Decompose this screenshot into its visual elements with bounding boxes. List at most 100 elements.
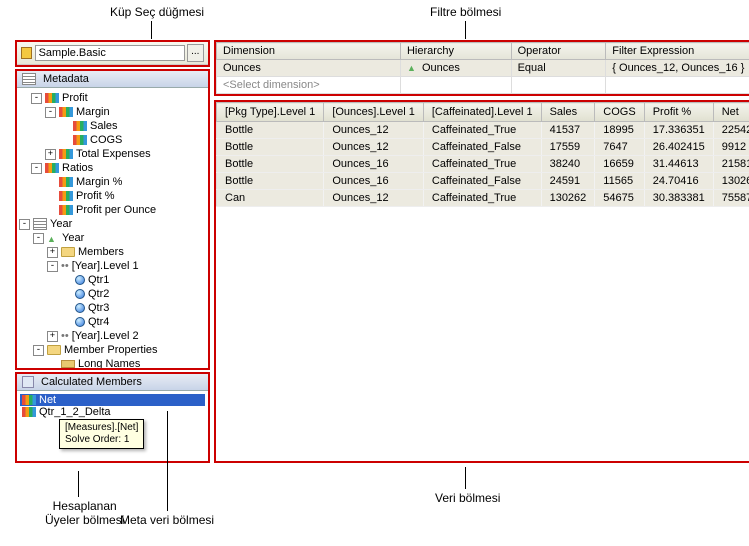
tree-node-qtr1[interactable]: Qtr1 — [88, 273, 109, 287]
filter-panel: Dimension Hierarchy Operator Filter Expr… — [214, 40, 749, 96]
property-icon — [61, 360, 75, 368]
table-cell: 24.70416 — [644, 173, 713, 190]
filter-col-dimension[interactable]: Dimension — [217, 43, 401, 60]
tree-node-year-l2[interactable]: [Year].Level 2 — [72, 329, 139, 343]
cube-name-input[interactable] — [35, 45, 185, 61]
table-cell: 21581 — [713, 156, 749, 173]
filter-row[interactable]: Ounces Ounces Equal { Ounces_12, Ounces_… — [217, 60, 749, 77]
measure-icon — [22, 407, 36, 417]
filter-col-operator[interactable]: Operator — [511, 43, 606, 60]
measure-icon — [73, 121, 87, 131]
metadata-tree[interactable]: -Profit -Margin Sales COGS +Total Expens… — [17, 88, 208, 368]
measure-icon — [22, 395, 36, 405]
member-icon — [75, 289, 85, 299]
data-col-header[interactable]: [Pkg Type].Level 1 — [217, 103, 324, 122]
table-row[interactable]: BottleOunces_12Caffeinated_False17559764… — [217, 139, 749, 156]
tree-node-year[interactable]: Year — [50, 217, 72, 231]
tree-node-total-expenses[interactable]: Total Expenses — [76, 147, 151, 161]
table-cell: 11565 — [595, 173, 644, 190]
tree-node-margin-pct[interactable]: Margin % — [76, 175, 122, 189]
table-row[interactable]: BottleOunces_12Caffeinated_True415371899… — [217, 122, 749, 139]
table-cell: Bottle — [217, 156, 324, 173]
calc-member-qtr-delta[interactable]: Qtr_1_2_Delta — [20, 406, 205, 418]
data-col-header[interactable]: Profit % — [644, 103, 713, 122]
annotation-meta-pane: Meta veri bölmesi — [120, 513, 214, 527]
tree-node-profit[interactable]: Profit — [62, 91, 88, 105]
tree-node-profit-pct[interactable]: Profit % — [76, 189, 115, 203]
table-cell: Ounces_16 — [324, 173, 424, 190]
tree-node-ratios[interactable]: Ratios — [62, 161, 93, 175]
measure-icon — [59, 177, 73, 187]
table-cell: 54675 — [595, 190, 644, 207]
table-cell: Ounces_16 — [324, 156, 424, 173]
expand-icon[interactable]: - — [45, 107, 56, 118]
expand-icon[interactable]: - — [47, 261, 58, 272]
data-col-header[interactable]: [Caffeinated].Level 1 — [423, 103, 541, 122]
table-cell: Caffeinated_False — [423, 173, 541, 190]
data-col-header[interactable]: Net — [713, 103, 749, 122]
filter-col-expression[interactable]: Filter Expression — [606, 43, 749, 60]
table-cell: 13026 — [713, 173, 749, 190]
expand-icon[interactable]: - — [31, 93, 42, 104]
tree-node-qtr4[interactable]: Qtr4 — [88, 315, 109, 329]
calculated-members-panel: Calculated Members Net Qtr_1_2_Delta [Me… — [15, 372, 210, 463]
expand-icon[interactable]: - — [33, 233, 44, 244]
calc-members-title: Calculated Members — [41, 376, 142, 388]
table-cell: 41537 — [541, 122, 595, 139]
annotation-filter-pane: Filtre bölmesi — [430, 5, 501, 19]
expand-icon[interactable]: - — [33, 345, 44, 356]
table-row[interactable]: CanOunces_12Caffeinated_True130262546753… — [217, 190, 749, 207]
table-cell: Bottle — [217, 122, 324, 139]
tree-node-margin[interactable]: Margin — [76, 105, 110, 119]
tree-node-qtr3[interactable]: Qtr3 — [88, 301, 109, 315]
filter-row-new[interactable]: <Select dimension> — [217, 77, 749, 94]
table-cell: 16659 — [595, 156, 644, 173]
data-table[interactable]: [Pkg Type].Level 1[Ounces].Level 1[Caffe… — [216, 102, 749, 207]
cube-select-button[interactable]: ... — [187, 44, 204, 62]
data-col-header[interactable]: [Ounces].Level 1 — [324, 103, 424, 122]
calc-member-net[interactable]: Net — [20, 394, 205, 406]
member-icon — [75, 303, 85, 313]
metadata-title: Metadata — [43, 73, 89, 85]
table-row[interactable]: BottleOunces_16Caffeinated_True382401665… — [217, 156, 749, 173]
table-cell: Ounces_12 — [324, 122, 424, 139]
expand-icon[interactable]: + — [47, 331, 58, 342]
tree-node-member-props[interactable]: Member Properties — [64, 343, 158, 357]
expand-icon[interactable]: + — [47, 247, 58, 258]
table-cell: Caffeinated_False — [423, 139, 541, 156]
data-col-header[interactable]: COGS — [595, 103, 644, 122]
tree-node-members[interactable]: Members — [78, 245, 124, 259]
table-cell: 38240 — [541, 156, 595, 173]
data-col-header[interactable]: Sales — [541, 103, 595, 122]
metadata-icon — [22, 73, 36, 85]
filter-table[interactable]: Dimension Hierarchy Operator Filter Expr… — [216, 42, 749, 94]
table-cell: Ounces_12 — [324, 190, 424, 207]
hierarchy-icon — [47, 232, 59, 244]
measure-icon — [45, 93, 59, 103]
filter-col-hierarchy[interactable]: Hierarchy — [400, 43, 511, 60]
tree-node-qtr2[interactable]: Qtr2 — [88, 287, 109, 301]
tree-node-cogs[interactable]: COGS — [90, 133, 122, 147]
table-cell: 75587 — [713, 190, 749, 207]
table-cell: 31.44613 — [644, 156, 713, 173]
cube-icon — [21, 47, 32, 59]
tree-node-year-l1[interactable]: [Year].Level 1 — [72, 259, 139, 273]
table-cell: 17.336351 — [644, 122, 713, 139]
hierarchy-icon — [407, 62, 419, 74]
tree-node-sales[interactable]: Sales — [90, 119, 118, 133]
table-row[interactable]: BottleOunces_16Caffeinated_False24591115… — [217, 173, 749, 190]
tree-node-long-names[interactable]: Long Names — [78, 357, 140, 368]
folder-icon — [47, 345, 61, 355]
member-icon — [75, 275, 85, 285]
table-cell: 22542 — [713, 122, 749, 139]
tree-node-profit-per-ounce[interactable]: Profit per Ounce — [76, 203, 156, 217]
expand-icon[interactable]: - — [19, 219, 30, 230]
annotation-cube-select: Küp Seç düğmesi — [110, 5, 204, 19]
measure-icon — [59, 205, 73, 215]
table-cell: 24591 — [541, 173, 595, 190]
table-cell: Bottle — [217, 139, 324, 156]
expand-icon[interactable]: + — [45, 149, 56, 160]
tree-node-year-hier[interactable]: Year — [62, 231, 84, 245]
expand-icon[interactable]: - — [31, 163, 42, 174]
table-cell: 30.383381 — [644, 190, 713, 207]
